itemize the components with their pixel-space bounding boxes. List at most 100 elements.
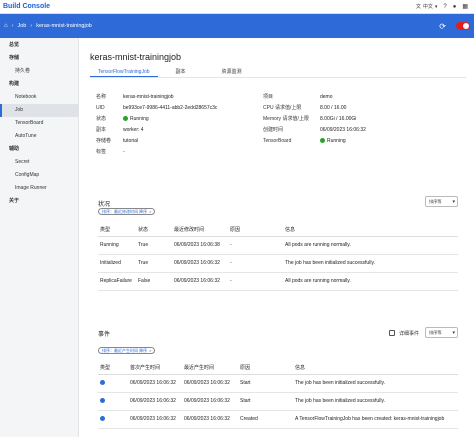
cell-status: True xyxy=(136,236,172,255)
home-icon[interactable]: ⌂ xyxy=(4,23,8,29)
sidebar-item-job[interactable]: Job xyxy=(0,104,78,117)
cell-reason: - xyxy=(228,272,283,291)
sidebar-section-storage: 存储 xyxy=(9,55,20,61)
info-icon xyxy=(100,397,105,403)
cell-message: All pods are running normally. xyxy=(283,236,458,255)
detail-value-cpu: 8.00 / 16.00 xyxy=(320,105,347,111)
table-header: 类型 首次产生时间 最近产生时间 原因 信息 xyxy=(98,361,458,375)
detail-label: 项目 xyxy=(263,94,274,100)
page-title: keras-mnist-trainingjob xyxy=(90,52,182,62)
cell-time: 06/09/2023 16:06:32 xyxy=(172,272,228,291)
sort-button-label: 排序等 xyxy=(429,198,442,204)
sidebar-section-aux: 辅助 xyxy=(9,146,20,152)
cell-message: All pods are running normally. xyxy=(283,272,458,291)
refresh-icon[interactable]: ⟳ xyxy=(439,22,446,31)
help-icon[interactable]: ? xyxy=(443,4,446,10)
breadcrumb-job[interactable]: Job xyxy=(17,23,26,29)
column-header: 最近修改时间 xyxy=(172,223,228,237)
cell-type: Initialized xyxy=(98,254,136,273)
column-header: 原因 xyxy=(238,361,293,375)
cell-message: The job has been initialized successfull… xyxy=(293,374,458,393)
cell-status: True xyxy=(136,254,172,273)
cell-last-time: 06/09/2023 16:06:32 xyxy=(182,392,238,411)
detail-events-label: 详细事件 xyxy=(399,331,420,337)
chip-label: 排序：最近修改时间 降序 xyxy=(102,208,148,214)
events-section-title: 事件 xyxy=(98,332,111,338)
detail-events-checkbox[interactable] xyxy=(389,330,395,336)
sidebar: 总览 存储 持久卷 构建 Notebook Job TensorBoard Au… xyxy=(0,38,79,437)
cell-type xyxy=(98,374,128,393)
table-row: Initialized True 06/09/2023 16:06:32 - T… xyxy=(98,254,458,273)
events-table: 类型 首次产生时间 最近产生时间 原因 信息 06/09/2023 16:06:… xyxy=(98,361,458,429)
detail-label: TensorBoard xyxy=(263,138,292,144)
column-header: 原因 xyxy=(228,223,283,237)
top-bar: Build Console 文 中文 ▾ ? ● ▦ xyxy=(0,0,474,14)
tab-replicas[interactable]: 副本 xyxy=(168,68,194,77)
tab-bar: TensorFlowTrainingJob 副本 资源监测 xyxy=(90,68,466,78)
detail-value-tensorboard[interactable]: Running xyxy=(327,138,346,144)
info-icon xyxy=(100,415,105,421)
sidebar-item-pv[interactable]: 持久卷 xyxy=(0,65,78,78)
sidebar-section-about[interactable]: 关于 xyxy=(0,195,78,208)
translate-icon: 文 xyxy=(415,4,421,10)
sidebar-item-image-runner[interactable]: Image Runner xyxy=(0,182,78,195)
detail-value-volume-link[interactable]: tutorial xyxy=(123,137,138,146)
sidebar-item-secret[interactable]: Secret xyxy=(0,156,78,169)
detail-label: 副本 xyxy=(96,127,107,133)
cell-reason: - xyxy=(228,236,283,255)
detail-label: UID xyxy=(96,105,105,111)
detail-value-labels: - xyxy=(123,149,125,155)
detail-value-uid: be993ce7-9986-4411-abb2-2edd28657c3c xyxy=(123,105,218,111)
cell-message: The job has been initialized successfull… xyxy=(283,254,458,273)
cell-first-time: 06/09/2023 16:06:32 xyxy=(128,410,182,429)
events-sort-chip[interactable]: 排序：最近产生时间 降序 × xyxy=(98,347,156,354)
status-running-icon xyxy=(320,138,325,143)
account-icon[interactable]: ● xyxy=(453,4,457,10)
cell-last-time: 06/09/2023 16:06:32 xyxy=(182,410,238,429)
status-sort-chip[interactable]: 排序：最近修改时间 降序 × xyxy=(98,208,156,215)
column-header: 信息 xyxy=(293,361,458,375)
chevron-right-icon: › xyxy=(11,23,14,29)
info-icon xyxy=(100,379,105,385)
cell-reason: Created xyxy=(238,410,293,429)
detail-value-name: keras-mnist-trainingjob xyxy=(123,94,174,100)
close-icon[interactable]: × xyxy=(149,209,151,215)
table-row: Running True 06/09/2023 16:06:38 - All p… xyxy=(98,236,458,255)
close-icon[interactable]: × xyxy=(149,348,151,354)
cell-first-time: 06/09/2023 16:06:32 xyxy=(128,392,182,411)
chip-label: 排序：最近产生时间 降序 xyxy=(102,347,148,353)
cell-status: False xyxy=(136,272,172,291)
table-row: 06/09/2023 16:06:32 06/09/2023 16:06:32 … xyxy=(98,374,458,393)
detail-label: CPU 请求值/上限 xyxy=(263,105,302,111)
action-toggle[interactable] xyxy=(456,22,470,30)
app-title[interactable]: Build Console xyxy=(3,3,50,10)
chevron-down-icon: ▾ xyxy=(452,198,455,205)
cell-message: A TensorFlowTrainingJob has been created… xyxy=(293,410,458,429)
sidebar-item-configmap[interactable]: ConfigMap xyxy=(0,169,78,182)
sidebar-item-tensorboard[interactable]: TensorBoard xyxy=(0,117,78,130)
detail-label: 名称 xyxy=(96,94,107,100)
cell-type xyxy=(98,410,128,429)
detail-label: Memory 请求值/上限 xyxy=(263,116,309,122)
cell-type xyxy=(98,392,128,411)
grid-menu-icon[interactable]: ▦ xyxy=(462,3,468,10)
detail-label: 标签 xyxy=(96,149,107,155)
cell-type: ReplicaFailure xyxy=(98,272,136,291)
chevron-down-icon: ▾ xyxy=(434,3,438,10)
language-switcher[interactable]: 文 中文 ▾ xyxy=(415,3,438,11)
column-header: 最近产生时间 xyxy=(182,361,238,375)
status-sort-button[interactable]: 排序等 ▾ xyxy=(425,196,458,207)
table-row: ReplicaFailure False 06/09/2023 16:06:32… xyxy=(98,272,458,291)
cell-message: The job has been initialized successfull… xyxy=(293,392,458,411)
tab-resource-monitoring[interactable]: 资源监测 xyxy=(214,68,250,77)
sidebar-section-overview[interactable]: 总览 xyxy=(0,39,78,52)
cell-first-time: 06/09/2023 16:06:32 xyxy=(128,374,182,393)
tab-tensorflow-trainingjob[interactable]: TensorFlowTrainingJob xyxy=(90,68,158,77)
cell-last-time: 06/09/2023 16:06:32 xyxy=(182,374,238,393)
detail-label: 存储卷 xyxy=(96,138,112,144)
sidebar-section-build: 构建 xyxy=(9,81,20,87)
events-sort-button[interactable]: 排序等 ▾ xyxy=(425,327,458,338)
sidebar-item-autotune[interactable]: AutoTune xyxy=(0,130,78,143)
status-running-icon xyxy=(123,116,128,121)
sidebar-item-notebook[interactable]: Notebook xyxy=(0,91,78,104)
